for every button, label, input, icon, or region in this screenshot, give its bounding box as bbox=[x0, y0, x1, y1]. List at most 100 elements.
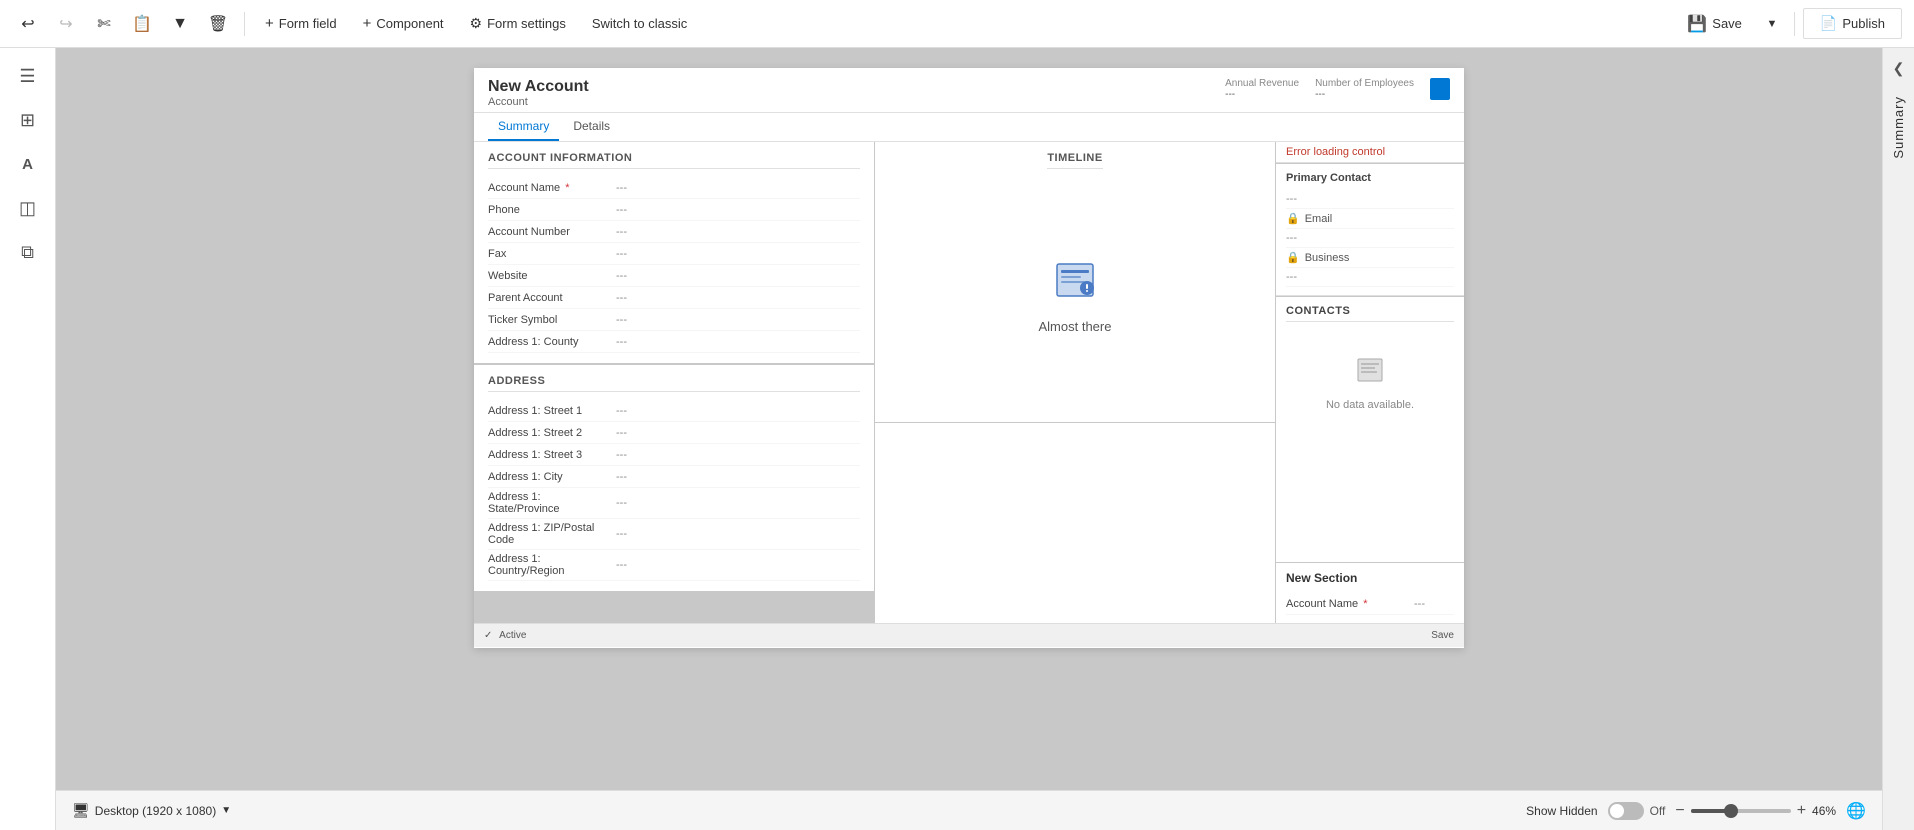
field-value-fax: --- bbox=[616, 248, 627, 260]
business-value: --- bbox=[1286, 271, 1297, 283]
field-value-website: --- bbox=[616, 270, 627, 282]
field-label-account-number: Account Number bbox=[488, 226, 608, 238]
zoom-slider[interactable] bbox=[1691, 809, 1791, 813]
timeline-message: Almost there bbox=[1039, 319, 1112, 334]
business-label: Business bbox=[1305, 252, 1350, 264]
zoom-value: 46% bbox=[1812, 804, 1836, 818]
cut-button[interactable]: ✄ bbox=[88, 8, 120, 40]
field-value-account-name: --- bbox=[616, 182, 627, 194]
field-value-street2: --- bbox=[616, 427, 627, 439]
field-phone: Phone --- bbox=[488, 199, 860, 221]
left-column: ACCOUNT INFORMATION Account Name * --- P… bbox=[474, 142, 874, 623]
address-section: ADDRESS Address 1: Street 1 --- Address … bbox=[474, 365, 874, 591]
delete-button[interactable]: 🗑 bbox=[202, 8, 234, 40]
right-panel-close-button[interactable]: ❮ bbox=[1883, 48, 1914, 88]
field-label-street2: Address 1: Street 2 bbox=[488, 427, 608, 439]
bottom-bar: 🖥 Desktop (1920 x 1080) ▼ Show Hidden Of… bbox=[56, 790, 1882, 830]
new-section-account-name-row: Account Name * --- bbox=[1286, 593, 1454, 615]
business-value-row: --- bbox=[1286, 268, 1454, 287]
no-data-icon bbox=[1354, 354, 1386, 393]
field-account-name: Account Name * --- bbox=[488, 177, 860, 199]
tab-details[interactable]: Details bbox=[563, 113, 620, 141]
header-button-group[interactable]: ​ bbox=[1430, 78, 1450, 100]
redo-button[interactable]: ↪ bbox=[50, 8, 82, 40]
switch-classic-label: Switch to classic bbox=[592, 16, 687, 31]
error-bar: Error loading control bbox=[1276, 142, 1464, 163]
business-field-row: 🔒 Business bbox=[1286, 248, 1454, 268]
divider-1 bbox=[244, 12, 245, 36]
canvas-status-active: ✓ Active bbox=[484, 630, 526, 641]
zoom-slider-thumb bbox=[1724, 804, 1738, 818]
field-value-country: --- bbox=[616, 559, 627, 571]
form-field-button[interactable]: + Form field bbox=[255, 9, 347, 38]
field-parent-account: Parent Account --- bbox=[488, 287, 860, 309]
form-settings-icon: ⚙ bbox=[470, 15, 483, 32]
sidebar-dashboard-icon[interactable]: ⊞ bbox=[8, 100, 48, 140]
zoom-in-button[interactable]: + bbox=[1797, 802, 1806, 820]
contacts-section: CONTACTS No data available. bbox=[1276, 297, 1464, 562]
component-button[interactable]: + Component bbox=[353, 9, 454, 38]
header-field-employees: Number of Employees --- bbox=[1315, 78, 1414, 100]
save-button[interactable]: 💾 Save bbox=[1675, 8, 1754, 40]
form-settings-button[interactable]: ⚙ Form settings bbox=[460, 9, 576, 38]
tab-summary[interactable]: Summary bbox=[488, 113, 559, 141]
zoom-out-button[interactable]: − bbox=[1675, 802, 1684, 820]
toolbar: ↩ ↪ ✄ 📋 ▼ 🗑 + Form field + Component ⚙ F… bbox=[0, 0, 1914, 48]
form-header-fields: Annual Revenue --- Number of Employees -… bbox=[1225, 78, 1450, 100]
form-canvas-inner: New Account Account Annual Revenue --- N… bbox=[474, 68, 1464, 647]
toggle-track[interactable] bbox=[1608, 802, 1644, 820]
sidebar-layers-icon[interactable]: ◫ bbox=[8, 188, 48, 228]
field-fax: Fax --- bbox=[488, 243, 860, 265]
show-hidden-label: Show Hidden bbox=[1526, 804, 1597, 818]
field-state: Address 1: State/Province --- bbox=[488, 488, 860, 519]
desktop-selector[interactable]: 🖥 Desktop (1920 x 1080) ▼ bbox=[72, 802, 231, 819]
field-label-parent-account: Parent Account bbox=[488, 292, 608, 304]
account-info-section: ACCOUNT INFORMATION Account Name * --- P… bbox=[474, 142, 874, 363]
field-value-ticker-symbol: --- bbox=[616, 314, 627, 326]
primary-contact-title: Primary Contact bbox=[1286, 172, 1454, 184]
field-zip: Address 1: ZIP/Postal Code --- bbox=[488, 519, 860, 550]
publish-button[interactable]: 📄 Publish bbox=[1803, 8, 1902, 39]
field-label-street3: Address 1: Street 3 bbox=[488, 449, 608, 461]
form-body-grid: ACCOUNT INFORMATION Account Name * --- P… bbox=[474, 142, 1464, 623]
email-icon: 🔒 bbox=[1286, 212, 1300, 225]
timeline-content: Almost there bbox=[1039, 177, 1112, 412]
copy-button[interactable]: 📋 bbox=[126, 8, 158, 40]
bottom-left: 🖥 Desktop (1920 x 1080) ▼ bbox=[72, 802, 231, 819]
canvas-active-label: Active bbox=[499, 630, 526, 641]
show-hidden-toggle[interactable]: Off bbox=[1608, 802, 1666, 820]
annual-revenue-label: Annual Revenue bbox=[1225, 78, 1299, 89]
field-label-zip: Address 1: ZIP/Postal Code bbox=[488, 522, 608, 546]
sidebar-components-icon[interactable]: ⧉ bbox=[8, 232, 48, 272]
undo-button[interactable]: ↩ bbox=[12, 8, 44, 40]
timeline-section: Timeline bbox=[875, 142, 1275, 422]
sidebar-text-icon[interactable]: A bbox=[8, 144, 48, 184]
form-header: New Account Account Annual Revenue --- N… bbox=[474, 68, 1464, 113]
contacts-title: CONTACTS bbox=[1286, 305, 1454, 322]
email-value: --- bbox=[1286, 232, 1297, 244]
form-settings-label: Form settings bbox=[487, 16, 566, 31]
address-section-title: ADDRESS bbox=[488, 375, 860, 392]
toggle-off-label: Off bbox=[1650, 804, 1666, 818]
field-street1: Address 1: Street 1 --- bbox=[488, 400, 860, 422]
business-icon: 🔒 bbox=[1286, 251, 1300, 264]
field-value-parent-account: --- bbox=[616, 292, 627, 304]
field-label-street1: Address 1: Street 1 bbox=[488, 405, 608, 417]
switch-classic-button[interactable]: Switch to classic bbox=[582, 10, 697, 37]
sidebar-menu-icon[interactable]: ☰ bbox=[8, 56, 48, 96]
field-value-phone: --- bbox=[616, 204, 627, 216]
field-label-ticker-symbol: Ticker Symbol bbox=[488, 314, 608, 326]
new-section: New Section Account Name * --- bbox=[1276, 563, 1464, 623]
publish-icon: 📄 bbox=[1820, 15, 1837, 32]
save-dropdown-button[interactable]: ▼ bbox=[1758, 8, 1786, 40]
copy-dropdown-button[interactable]: ▼ bbox=[164, 8, 196, 40]
right-panel-label[interactable]: Summary bbox=[1891, 96, 1906, 159]
field-account-number: Account Number --- bbox=[488, 221, 860, 243]
right-panel: ❮ Summary bbox=[1882, 48, 1914, 830]
field-value-street1: --- bbox=[616, 405, 627, 417]
globe-icon[interactable]: 🌐 bbox=[1846, 801, 1866, 821]
contacts-no-data: No data available. bbox=[1286, 330, 1454, 435]
mid-empty-section bbox=[875, 423, 1275, 623]
toolbar-right: 💾 Save ▼ 📄 Publish bbox=[1675, 8, 1902, 40]
header-field-annual-revenue: Annual Revenue --- bbox=[1225, 78, 1299, 100]
